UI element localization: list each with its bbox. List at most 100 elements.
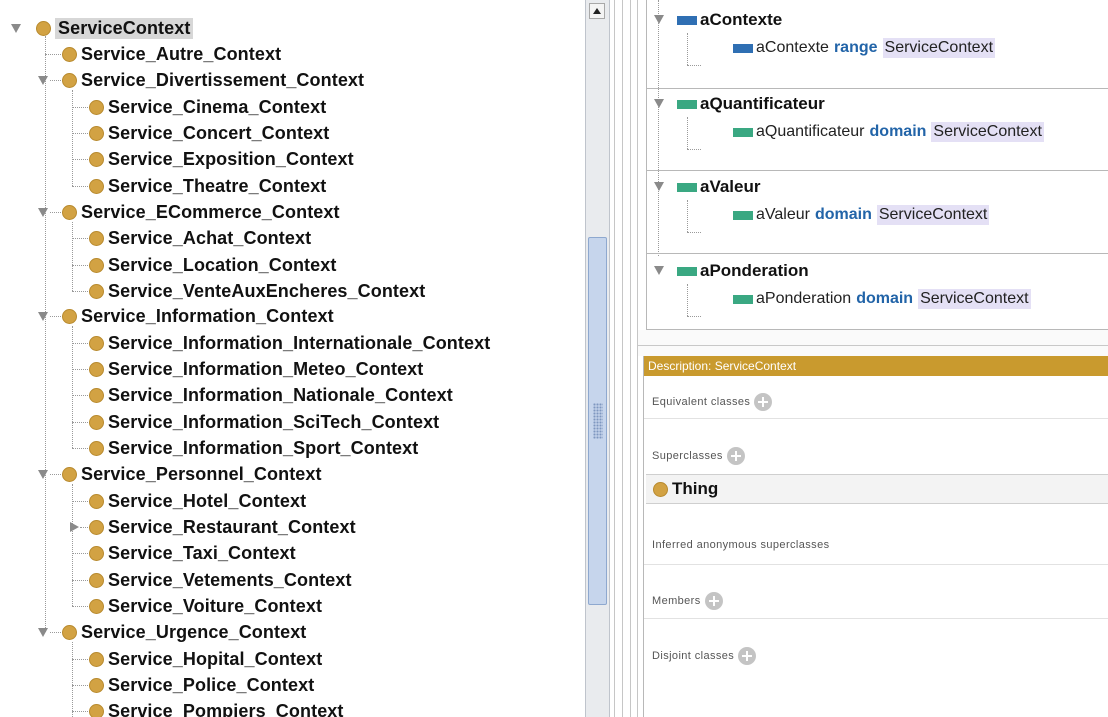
tree-node[interactable]: Service_Information_Nationale_Context	[89, 382, 453, 408]
usage-axiom[interactable]: aContexte range ServiceContext	[733, 38, 996, 58]
tree-node[interactable]: Service_Pompiers_Context	[89, 698, 344, 717]
panel-divider[interactable]	[622, 0, 623, 717]
axiom-keyword: domain	[869, 123, 927, 140]
tree-node[interactable]: Service_Vetements_Context	[89, 567, 352, 593]
tree-node[interactable]: Service_Police_Context	[89, 672, 314, 698]
tree-node-label: Service_Location_Context	[108, 254, 337, 275]
usage-property-header[interactable]: aPonderation	[677, 261, 809, 281]
tree-node[interactable]: Service_Cinema_Context	[89, 94, 326, 120]
tree-node[interactable]: Service_ECommerce_Context	[62, 199, 340, 225]
add-disjoint-class-icon[interactable]	[738, 647, 757, 665]
class-icon	[653, 481, 668, 497]
expand-toggle-icon[interactable]	[654, 182, 664, 191]
expand-toggle-icon[interactable]	[654, 15, 664, 24]
expand-toggle-icon[interactable]	[38, 470, 48, 479]
tree-node[interactable]: Service_Divertissement_Context	[62, 67, 364, 93]
class-icon	[89, 545, 104, 561]
tree-node[interactable]: Service_Achat_Context	[89, 225, 311, 251]
usage-axiom[interactable]: aPonderation domain ServiceContext	[733, 289, 1031, 309]
expand-toggle-icon[interactable]	[38, 76, 48, 85]
inferred-superclasses-section: Inferred anonymous superclasses	[652, 539, 830, 551]
property-name: aValeur	[700, 177, 761, 196]
tree-node-label: Service_Concert_Context	[108, 122, 330, 143]
data-property-icon	[677, 99, 697, 109]
expand-toggle-icon[interactable]	[38, 208, 48, 217]
expand-toggle-icon[interactable]	[654, 99, 664, 108]
tree-branch-line	[72, 685, 88, 686]
members-section: Members	[652, 592, 723, 610]
scrollbar-grip-icon	[593, 403, 603, 439]
data-property-icon	[677, 266, 697, 276]
class-icon	[89, 651, 104, 667]
tree-node[interactable]: Service_Information_Context	[62, 303, 334, 329]
expand-toggle-icon[interactable]	[11, 24, 21, 33]
section-label: Disjoint classes	[652, 650, 735, 662]
tree-node[interactable]: Service_Hotel_Context	[89, 488, 306, 514]
axiom-target: ServiceContext	[876, 205, 990, 225]
tree-node[interactable]: Service_Voiture_Context	[89, 593, 322, 619]
tree-node[interactable]: Service_Information_Sport_Context	[89, 435, 418, 461]
tree-node[interactable]: Service_Location_Context	[89, 252, 336, 278]
tree-node-label: Service_Restaurant_Context	[108, 516, 356, 537]
tree-node[interactable]: Service_Personnel_Context	[62, 461, 322, 487]
add-member-icon[interactable]	[704, 592, 723, 610]
usage-property-header[interactable]: aQuantificateur	[677, 94, 825, 114]
collapsed-toggle-icon[interactable]	[70, 522, 79, 532]
class-icon	[89, 572, 104, 588]
expand-toggle-icon[interactable]	[38, 628, 48, 637]
class-hierarchy-tree[interactable]: ServiceContext Service_Autre_Context Ser…	[0, 0, 585, 717]
panel-splitter[interactable]	[638, 345, 1108, 346]
tree-node[interactable]: Service_Information_SciTech_Context	[89, 409, 439, 435]
tree-node[interactable]: Service_VenteAuxEncheres_Context	[89, 278, 425, 304]
expand-toggle-icon[interactable]	[38, 312, 48, 321]
tree-node[interactable]: Service_Information_Meteo_Context	[89, 356, 423, 382]
add-equivalent-class-icon[interactable]	[754, 393, 773, 411]
scroll-up-arrow-icon[interactable]	[589, 3, 605, 19]
tree-node[interactable]: Service_Urgence_Context	[62, 619, 306, 645]
axiom-keyword: domain	[856, 290, 914, 307]
tree-node[interactable]: Service_Taxi_Context	[89, 540, 296, 566]
usage-axiom[interactable]: aQuantificateur domain ServiceContext	[733, 122, 1044, 142]
property-name: aQuantificateur	[700, 94, 825, 113]
tree-node-label: Service_Divertissement_Context	[81, 69, 365, 90]
tree-node[interactable]: Service_Information_Internationale_Conte…	[89, 330, 490, 356]
scrollbar-thumb[interactable]	[588, 237, 607, 605]
tree-node-label: Service_Hotel_Context	[108, 490, 307, 511]
tree-node[interactable]: Service_Theatre_Context	[89, 173, 326, 199]
section-label: Inferred anonymous superclasses	[652, 539, 830, 551]
superclass-row[interactable]: Thing	[646, 474, 1108, 504]
class-icon	[62, 72, 77, 88]
usage-property-header[interactable]: aContexte	[677, 10, 782, 30]
tree-node[interactable]: Service_Concert_Context	[89, 120, 329, 146]
expand-toggle-icon[interactable]	[654, 266, 664, 275]
tree-node-label: Service_Hopital_Context	[108, 648, 323, 669]
tree-node[interactable]: Service_Autre_Context	[62, 41, 281, 67]
usage-property-header[interactable]: aValeur	[677, 177, 761, 197]
data-property-icon	[677, 182, 697, 192]
tree-node[interactable]: Service_Hopital_Context	[89, 646, 322, 672]
tree-branch-line	[72, 659, 88, 660]
add-superclass-icon[interactable]	[726, 447, 745, 465]
group-separator	[647, 88, 1108, 89]
class-icon	[89, 598, 104, 614]
tree-node[interactable]: Service_Restaurant_Context	[89, 514, 356, 540]
usage-axiom[interactable]: aValeur domain ServiceContext	[733, 205, 990, 225]
class-icon	[89, 414, 104, 430]
class-icon	[89, 257, 104, 273]
tree-scrollbar[interactable]	[585, 0, 610, 717]
tree-root-node[interactable]: ServiceContext	[36, 15, 194, 41]
tree-branch-line	[72, 343, 88, 344]
object-property-icon	[733, 43, 753, 53]
description-panel: Description: ServiceContext Equivalent c…	[643, 356, 1108, 717]
class-icon	[89, 703, 104, 717]
class-icon	[89, 151, 104, 167]
tree-branch-line	[687, 232, 701, 233]
section-label: Equivalent classes	[652, 396, 751, 408]
tree-branch-line	[72, 369, 88, 370]
class-icon	[62, 624, 77, 640]
class-icon	[62, 466, 77, 482]
axiom-subject: aPonderation	[756, 290, 852, 307]
axiom-subject: aQuantificateur	[756, 123, 865, 140]
tree-node[interactable]: Service_Exposition_Context	[89, 146, 354, 172]
class-icon	[89, 361, 104, 377]
